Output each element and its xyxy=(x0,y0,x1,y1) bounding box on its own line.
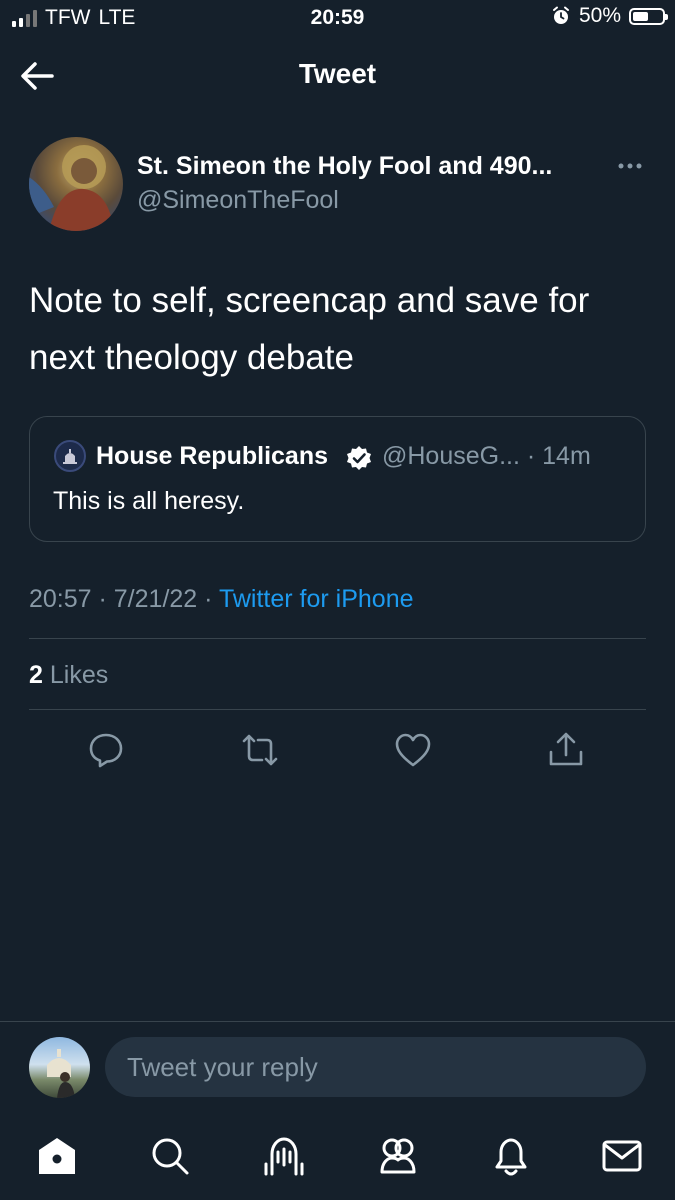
tweet-source-link[interactable]: Twitter for iPhone xyxy=(219,585,414,613)
search-icon[interactable] xyxy=(148,1134,192,1178)
quoted-handle: @HouseG... xyxy=(382,442,520,470)
spaces-icon[interactable] xyxy=(262,1134,306,1178)
divider xyxy=(29,638,646,639)
home-icon[interactable] xyxy=(35,1134,79,1178)
divider xyxy=(29,709,646,710)
retweet-icon[interactable] xyxy=(240,730,280,770)
quoted-author-name: House Republicans xyxy=(96,442,328,470)
likes-stat[interactable]: 2 Likes xyxy=(29,661,108,690)
profile-photo-image xyxy=(47,1049,75,1098)
quoted-age: 14m xyxy=(542,442,591,470)
verified-badge-icon xyxy=(347,446,371,470)
tweet-time: 20:57 xyxy=(29,585,92,613)
like-heart-icon[interactable] xyxy=(393,730,433,770)
likes-label: Likes xyxy=(49,661,109,689)
battery-icon xyxy=(629,7,668,25)
notifications-bell-icon[interactable] xyxy=(489,1134,533,1178)
likes-count: 2 xyxy=(29,661,43,689)
my-avatar[interactable] xyxy=(29,1037,90,1098)
battery-percent: 50% xyxy=(578,4,621,27)
quoted-author-handle-and-age: @HouseG... · 14m xyxy=(382,442,591,470)
reply-bar-divider xyxy=(0,1021,675,1022)
capitol-icon xyxy=(63,449,77,464)
messages-envelope-icon[interactable] xyxy=(600,1134,644,1178)
communities-icon[interactable] xyxy=(376,1134,420,1178)
quoted-tweet-card[interactable] xyxy=(29,416,646,542)
author-avatar[interactable] xyxy=(29,137,123,231)
share-icon[interactable] xyxy=(546,730,586,770)
quoted-author-avatar xyxy=(54,440,86,472)
status-bar-right: 50% xyxy=(551,4,668,28)
page-title: Tweet xyxy=(298,58,377,89)
more-options-icon[interactable] xyxy=(614,158,646,174)
tweet-date: 7/21/22 xyxy=(113,585,198,613)
reply-input[interactable] xyxy=(105,1037,646,1097)
author-display-name[interactable]: St. Simeon the Holy Fool and 490... xyxy=(137,152,552,181)
tweet-text: Note to self, screencap and save for nex… xyxy=(29,281,590,377)
author-handle[interactable]: @SimeonTheFool xyxy=(137,186,339,215)
quoted-tweet-text: This is all heresy. xyxy=(53,487,245,515)
reply-icon[interactable] xyxy=(86,730,126,770)
saint-icon-image xyxy=(29,145,114,231)
alarm-icon xyxy=(552,6,569,24)
tweet-meta: 20:57 · 7/21/22 · Twitter for iPhone xyxy=(29,585,414,613)
